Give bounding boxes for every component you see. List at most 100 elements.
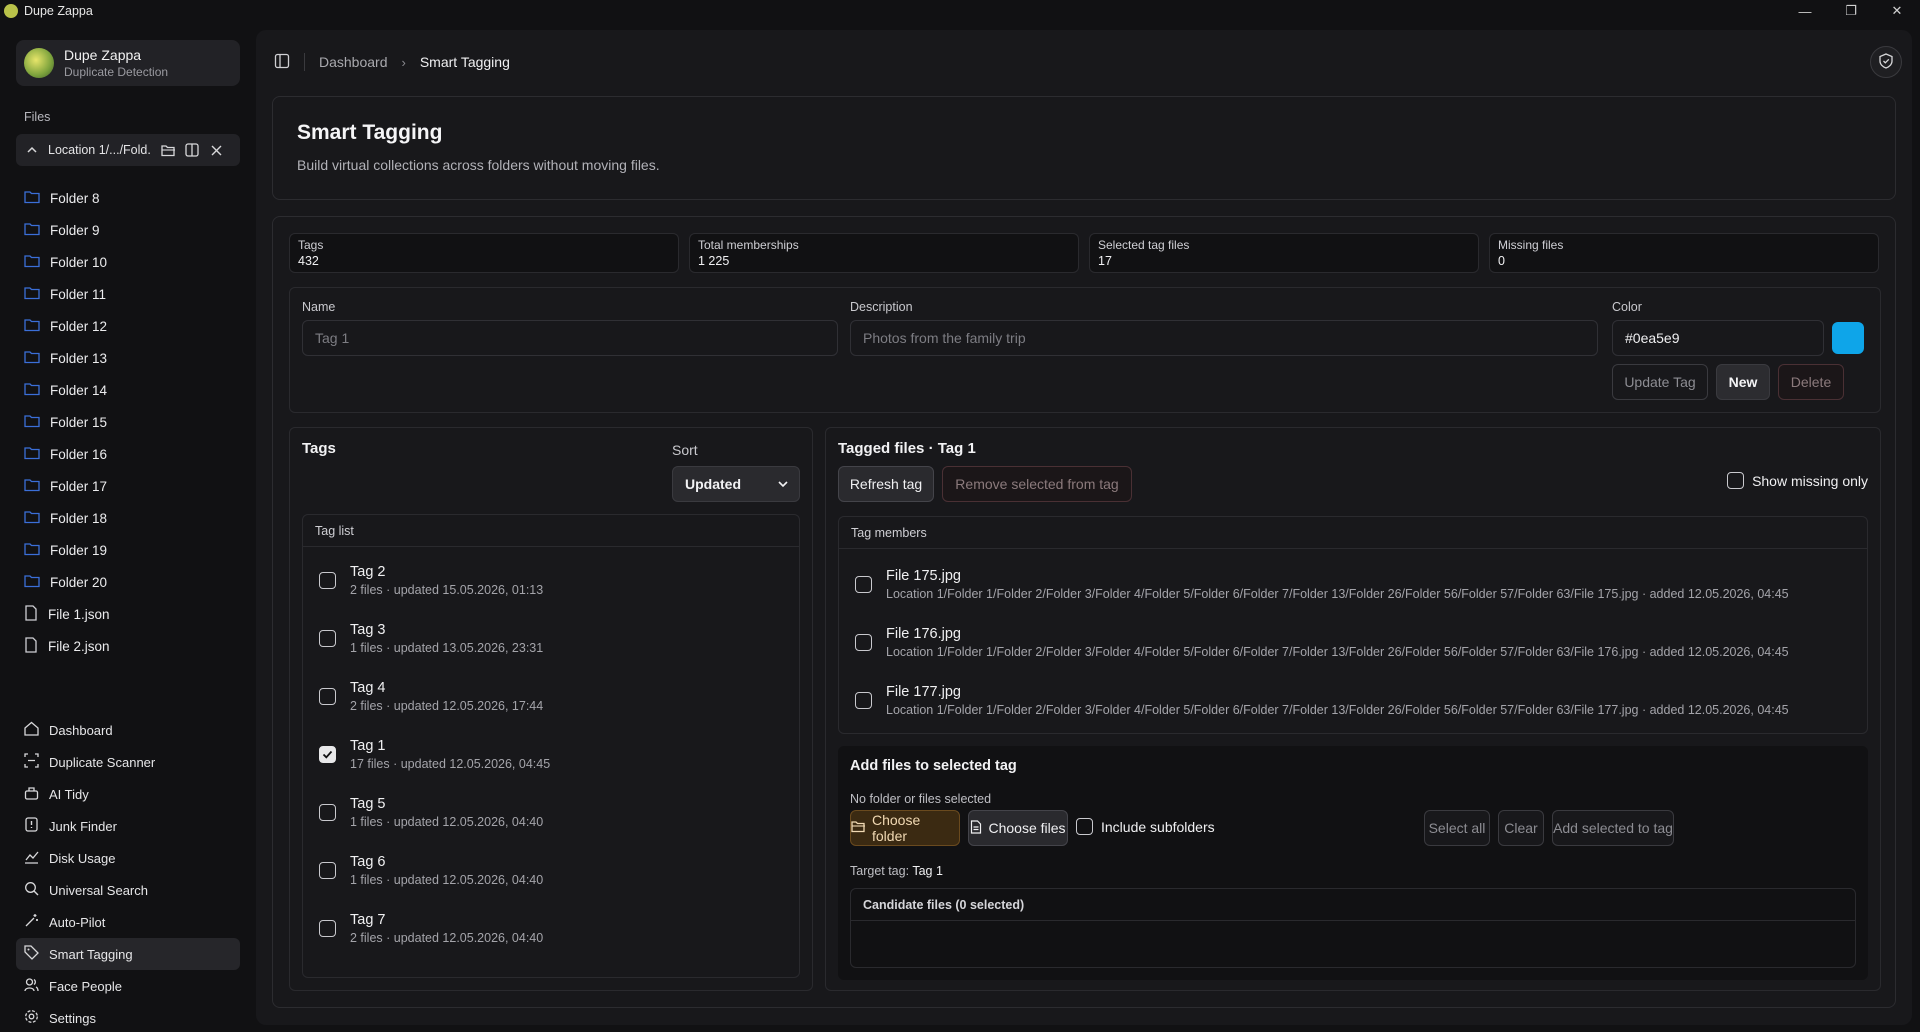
- chevron-right-icon: ›: [401, 54, 406, 70]
- tree-item[interactable]: Folder 12: [24, 310, 244, 342]
- member-path: Location 1/Folder 1/Folder 2/Folder 3/Fo…: [886, 586, 1789, 601]
- include-subfolders-checkbox[interactable]: [1076, 818, 1093, 835]
- tag-row[interactable]: Tag 2 2 files · updated 15.05.2026, 01:13: [303, 551, 799, 609]
- tree-item[interactable]: File 1.json: [24, 598, 244, 630]
- sort-value: Updated: [685, 476, 741, 492]
- tree-item-label: Folder 10: [50, 254, 108, 270]
- delete-tag-button[interactable]: Delete: [1778, 364, 1844, 400]
- tag-checkbox[interactable]: [319, 629, 336, 647]
- sidebar-toggle-icon[interactable]: [274, 53, 290, 72]
- tree-item[interactable]: Folder 8: [24, 182, 244, 214]
- nav-duplicate-scanner[interactable]: Duplicate Scanner: [16, 746, 240, 778]
- tree-item[interactable]: Folder 16: [24, 438, 244, 470]
- stat-missing-files: Missing files 0: [1489, 233, 1879, 273]
- candidate-files-list: Candidate files (0 selected): [850, 888, 1856, 968]
- nav-junk-finder[interactable]: Junk Finder: [16, 810, 240, 842]
- close-icon[interactable]: ✕: [1874, 0, 1920, 22]
- show-missing-checkbox[interactable]: [1727, 472, 1745, 489]
- tag-row[interactable]: Tag 1 17 files · updated 12.05.2026, 04:4…: [303, 725, 799, 783]
- tag-checkbox[interactable]: [319, 745, 336, 763]
- tag-checkbox[interactable]: [319, 861, 336, 879]
- name-input[interactable]: Tag 1: [302, 320, 838, 356]
- clear-button[interactable]: Clear: [1498, 810, 1544, 846]
- tagged-files-panel: Tagged files · Tag 1 Refresh tag Remove …: [825, 427, 1881, 991]
- choose-folder-button[interactable]: Choose folder: [850, 810, 960, 846]
- tree-item[interactable]: Folder 19: [24, 534, 244, 566]
- tag-row[interactable]: Tag 4 2 files · updated 12.05.2026, 17:44: [303, 667, 799, 725]
- description-input[interactable]: Photos from the family trip: [850, 320, 1598, 356]
- tree-item[interactable]: Folder 13: [24, 342, 244, 374]
- member-row[interactable]: File 175.jpg Location 1/Folder 1/Folder 2…: [839, 555, 1867, 613]
- tag-checkbox[interactable]: [319, 803, 336, 821]
- new-tag-button[interactable]: New: [1716, 364, 1770, 400]
- tag-row[interactable]: Tag 5 1 files · updated 12.05.2026, 04:40: [303, 783, 799, 841]
- select-all-button[interactable]: Select all: [1424, 810, 1490, 846]
- member-checkbox[interactable]: [855, 691, 872, 709]
- brand-card[interactable]: Dupe Zappa Duplicate Detection: [16, 40, 240, 86]
- chevron-up-icon[interactable]: [24, 142, 40, 158]
- minimize-icon[interactable]: —: [1782, 0, 1828, 22]
- show-missing-toggle[interactable]: Show missing only: [1727, 472, 1868, 489]
- tree-item[interactable]: File 2.json: [24, 630, 244, 662]
- sort-label: Sort: [672, 442, 698, 458]
- nav-face-people[interactable]: Face People: [16, 970, 240, 1002]
- tree-item-label: Folder 9: [50, 222, 100, 238]
- tree-item[interactable]: Folder 9: [24, 214, 244, 246]
- color-input[interactable]: #0ea5e9: [1612, 320, 1824, 356]
- choose-files-button[interactable]: Choose files: [968, 810, 1068, 846]
- tree-item[interactable]: Folder 14: [24, 374, 244, 406]
- file-tree: Folder 8 Folder 9 Folder 10 Folder 11 Fo…: [24, 182, 244, 662]
- tag-checkbox[interactable]: [319, 687, 336, 705]
- split-view-icon[interactable]: [184, 142, 200, 158]
- tag-name: Tag 5: [350, 795, 386, 812]
- tag-checkbox[interactable]: [319, 571, 336, 589]
- brand-subtitle: Duplicate Detection: [64, 65, 169, 79]
- choose-folder-label: Choose folder: [872, 812, 921, 844]
- tag-row[interactable]: Tag 6 1 files · updated 12.05.2026, 04:40: [303, 841, 799, 899]
- remove-selected-button[interactable]: Remove selected from tag: [942, 466, 1132, 502]
- tree-item[interactable]: Folder 15: [24, 406, 244, 438]
- nav-auto-pilot[interactable]: Auto-Pilot: [16, 906, 240, 938]
- update-tag-button[interactable]: Update Tag: [1612, 364, 1708, 400]
- tag-meta: 17 files · updated 12.05.2026, 04:45: [350, 756, 551, 771]
- member-checkbox[interactable]: [855, 633, 872, 651]
- file-text-icon: [970, 819, 982, 837]
- nav-settings[interactable]: Settings: [16, 1002, 240, 1032]
- restore-icon[interactable]: ❐: [1828, 0, 1874, 22]
- search-icon: [24, 881, 39, 899]
- close-location-icon[interactable]: [208, 142, 224, 158]
- shield-button[interactable]: [1870, 46, 1902, 78]
- breadcrumb-parent[interactable]: Dashboard: [319, 54, 388, 70]
- tag-checkbox[interactable]: [319, 919, 336, 937]
- refresh-tag-button[interactable]: Refresh tag: [838, 466, 934, 502]
- target-tag-label: Target tag:: [850, 864, 910, 878]
- include-subfolders-toggle[interactable]: Include subfolders: [1076, 818, 1215, 835]
- tree-item[interactable]: Folder 20: [24, 566, 244, 598]
- folder-icon: [24, 574, 40, 591]
- nav-disk-usage[interactable]: Disk Usage: [16, 842, 240, 874]
- tree-item[interactable]: Folder 10: [24, 246, 244, 278]
- folder-open-icon[interactable]: [160, 142, 176, 158]
- add-selected-button[interactable]: Add selected to tag: [1552, 810, 1674, 846]
- tree-item[interactable]: Folder 11: [24, 278, 244, 310]
- tree-item-label: Folder 16: [50, 446, 108, 462]
- member-checkbox[interactable]: [855, 575, 872, 593]
- member-row[interactable]: File 176.jpg Location 1/Folder 1/Folder 2…: [839, 613, 1867, 671]
- location-bar: Location 1/.../Fold...: [16, 134, 240, 166]
- gear-icon: [24, 1009, 39, 1027]
- tag-row[interactable]: Tag 3 1 files · updated 13.05.2026, 23:31: [303, 609, 799, 667]
- nav-ai-tidy[interactable]: AI Tidy: [16, 778, 240, 810]
- tag-name: Tag 1: [350, 737, 386, 754]
- nav-universal-search[interactable]: Universal Search: [16, 874, 240, 906]
- wand-icon: [24, 913, 39, 931]
- tree-item[interactable]: Folder 18: [24, 502, 244, 534]
- nav-smart-tagging[interactable]: Smart Tagging: [16, 938, 240, 970]
- tree-item[interactable]: Folder 17: [24, 470, 244, 502]
- color-swatch[interactable]: [1832, 322, 1864, 354]
- sort-select[interactable]: Updated: [672, 466, 800, 502]
- add-files-title: Add files to selected tag: [850, 758, 1017, 774]
- main-panel: Dashboard › Smart Tagging Smart Tagging …: [256, 30, 1912, 1025]
- nav-dashboard[interactable]: Dashboard: [16, 714, 240, 746]
- tag-row[interactable]: Tag 7 2 files · updated 12.05.2026, 04:40: [303, 899, 799, 957]
- member-row[interactable]: File 177.jpg Location 1/Folder 1/Folder 2…: [839, 671, 1867, 729]
